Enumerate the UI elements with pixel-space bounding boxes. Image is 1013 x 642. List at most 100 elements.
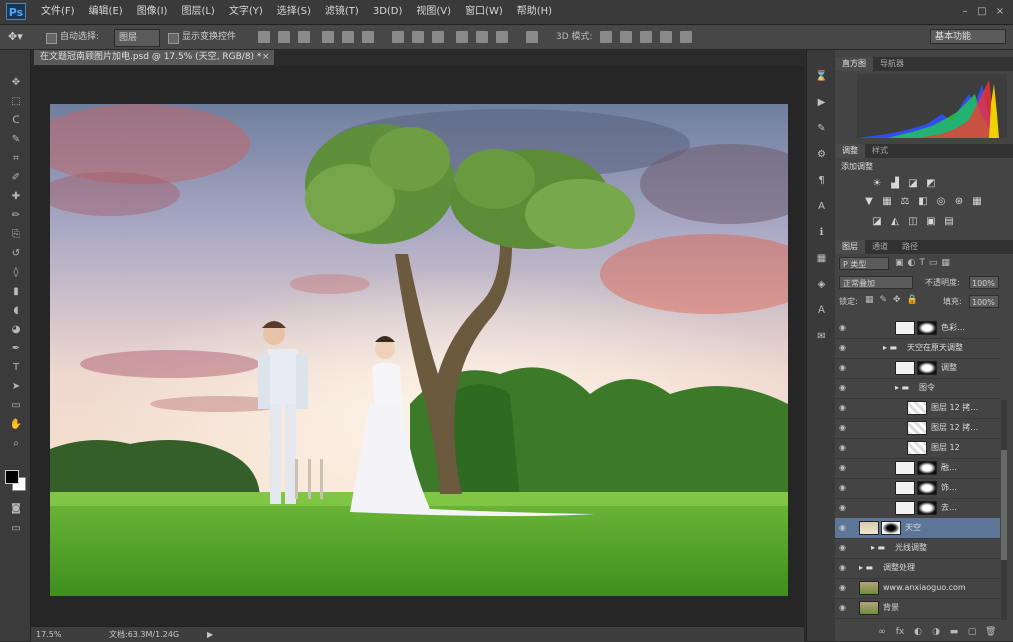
visibility-eye-icon[interactable]: ◉ — [839, 338, 849, 358]
layer-row[interactable]: ◉ 色彩… — [835, 318, 1000, 339]
tab-styles[interactable]: 样式 — [865, 144, 895, 158]
align-top-icon[interactable] — [258, 31, 270, 43]
hand-icon[interactable]: ✋ — [9, 418, 23, 431]
maximize-icon[interactable]: □ — [975, 5, 989, 19]
visibility-eye-icon[interactable]: ◉ — [839, 358, 849, 378]
group-folder-icon[interactable]: ▸ ▬ — [859, 558, 873, 578]
crop-icon[interactable]: ⌗ — [9, 152, 23, 165]
document-canvas-image[interactable] — [50, 104, 788, 596]
visibility-eye-icon[interactable]: ◉ — [839, 518, 849, 538]
layer-filter-icons[interactable]: ▣◐T▭▦ — [895, 258, 954, 268]
tab-adjustments[interactable]: 调整 — [835, 144, 865, 158]
adjustment-icon[interactable]: ◑ — [931, 627, 941, 637]
menu-item[interactable]: 编辑(E) — [82, 0, 130, 24]
distribute-left-icon[interactable] — [456, 31, 468, 43]
shape-icon[interactable]: ▭ — [9, 399, 23, 412]
layers-scrollbar[interactable] — [1001, 400, 1007, 620]
menu-item[interactable]: 窗口(W) — [458, 0, 510, 24]
align-hcenter-icon[interactable] — [342, 31, 354, 43]
status-menu-arrow-icon[interactable]: ▶ — [207, 628, 213, 641]
invert-icon[interactable]: ◪ — [871, 216, 883, 228]
trash-icon[interactable]: 🗑 — [985, 627, 996, 637]
info-icon[interactable]: ℹ — [815, 226, 828, 239]
3d-icon[interactable]: ◈ — [815, 278, 828, 291]
visibility-eye-icon[interactable]: ◉ — [839, 438, 849, 458]
menu-item[interactable]: 视图(V) — [409, 0, 458, 24]
posterize-icon[interactable]: ◭ — [889, 216, 901, 228]
type-icon[interactable]: T — [9, 361, 23, 374]
visibility-eye-icon[interactable]: ◉ — [839, 538, 849, 558]
mask-icon[interactable]: ◐ — [913, 627, 923, 637]
color-balance-icon[interactable]: ⚖ — [899, 196, 911, 208]
color-lookup-icon[interactable]: ▦ — [971, 196, 983, 208]
opacity-input[interactable]: 100% — [969, 276, 999, 289]
3d-rotate-icon[interactable] — [600, 31, 612, 43]
brush-preset-icon[interactable]: ✎ — [815, 122, 828, 135]
layer-row[interactable]: ◉ 调整 — [835, 358, 1000, 379]
layer-row[interactable]: ◉ 饰… — [835, 478, 1000, 499]
zoom-level[interactable]: 17.5% — [36, 628, 61, 641]
blur-icon[interactable]: ◖ — [9, 304, 23, 317]
visibility-eye-icon[interactable]: ◉ — [839, 598, 849, 618]
document-tab[interactable]: 在文题冠南顾图片加电.psd @ 17.5% (天空, RGB/8) * — [34, 50, 274, 65]
layer-row[interactable]: ◉ ▸ ▬ 光线调整 — [835, 538, 1000, 559]
layer-row[interactable]: ◉ 图层 12 拷… — [835, 398, 1000, 419]
3d-drag-icon[interactable] — [640, 31, 652, 43]
path-select-icon[interactable]: ➤ — [9, 380, 23, 393]
fill-input[interactable]: 100% — [969, 295, 999, 308]
distribute-top-icon[interactable] — [392, 31, 404, 43]
tab-close-icon[interactable]: × — [262, 50, 270, 65]
blend-mode-dropdown[interactable]: 正常叠加 — [839, 276, 913, 289]
layer-row[interactable]: ◉ 融… — [835, 458, 1000, 479]
link-icon[interactable]: ∞ — [877, 627, 887, 637]
actions-icon[interactable]: ▶ — [815, 96, 828, 109]
visibility-eye-icon[interactable]: ◉ — [839, 318, 849, 338]
layer-row[interactable]: ◉ 背景 — [835, 598, 1000, 619]
pen-icon[interactable]: ✒ — [9, 342, 23, 355]
menu-item[interactable]: 文字(Y) — [222, 0, 270, 24]
heal-icon[interactable]: ✚ — [9, 190, 23, 203]
minimize-icon[interactable]: – — [958, 5, 972, 19]
text-style-icon[interactable]: Ａ — [815, 304, 828, 317]
group-folder-icon[interactable]: ▸ ▬ — [871, 538, 885, 558]
gradient-icon[interactable]: ▮ — [9, 285, 23, 298]
menu-item[interactable]: 选择(S) — [270, 0, 318, 24]
gradient-map-icon[interactable]: ▤ — [943, 216, 955, 228]
align-left-icon[interactable] — [322, 31, 334, 43]
visibility-eye-icon[interactable]: ◉ — [839, 558, 849, 578]
tab-channels[interactable]: 通道 — [865, 240, 895, 254]
auto-select-checkbox[interactable] — [46, 33, 57, 44]
eraser-icon[interactable]: ◊ — [9, 266, 23, 279]
selective-color-icon[interactable]: ▣ — [925, 216, 937, 228]
lock-icons[interactable]: ▦✎✥🔒 — [865, 295, 924, 305]
zoom-icon[interactable]: ⌕ — [9, 437, 23, 450]
menu-item[interactable]: 图像(I) — [130, 0, 175, 24]
auto-align-icon[interactable] — [526, 31, 538, 43]
hue-icon[interactable]: ▦ — [881, 196, 893, 208]
group-folder-icon[interactable]: ▸ ▬ — [883, 338, 897, 358]
tab-paths[interactable]: 路径 — [895, 240, 925, 254]
menu-item[interactable]: 3D(D) — [366, 0, 410, 24]
menu-item[interactable]: 图层(L) — [174, 0, 221, 24]
3d-slide-icon[interactable] — [660, 31, 672, 43]
layers-scrollbar-thumb[interactable] — [1001, 450, 1007, 560]
tab-navigator[interactable]: 导航器 — [873, 57, 911, 71]
paragraph-icon[interactable]: ¶ — [815, 174, 828, 187]
layer-row[interactable]: ◉ 去… — [835, 498, 1000, 519]
history-brush-icon[interactable]: ↺ — [9, 247, 23, 260]
distribute-right-icon[interactable] — [496, 31, 508, 43]
3d-scale-icon[interactable] — [680, 31, 692, 43]
move-icon[interactable]: ✥ — [9, 76, 23, 89]
history-icon[interactable]: ⌛ — [815, 70, 828, 83]
new-layer-icon[interactable]: ▢ — [967, 627, 977, 637]
quick-mask-icon[interactable]: ◙ — [9, 502, 23, 515]
distribute-hcenter-icon[interactable] — [476, 31, 488, 43]
tool-preset-icon[interactable]: ⚙ — [815, 148, 828, 161]
brightness-icon[interactable]: ☀ — [871, 178, 883, 190]
visibility-eye-icon[interactable]: ◉ — [839, 478, 849, 498]
lasso-icon[interactable]: ᑕ — [9, 114, 23, 127]
fx-icon[interactable]: fx — [895, 627, 905, 637]
dodge-icon[interactable]: ◕ — [9, 323, 23, 336]
visibility-eye-icon[interactable]: ◉ — [839, 498, 849, 518]
quick-select-icon[interactable]: ✎ — [9, 133, 23, 146]
